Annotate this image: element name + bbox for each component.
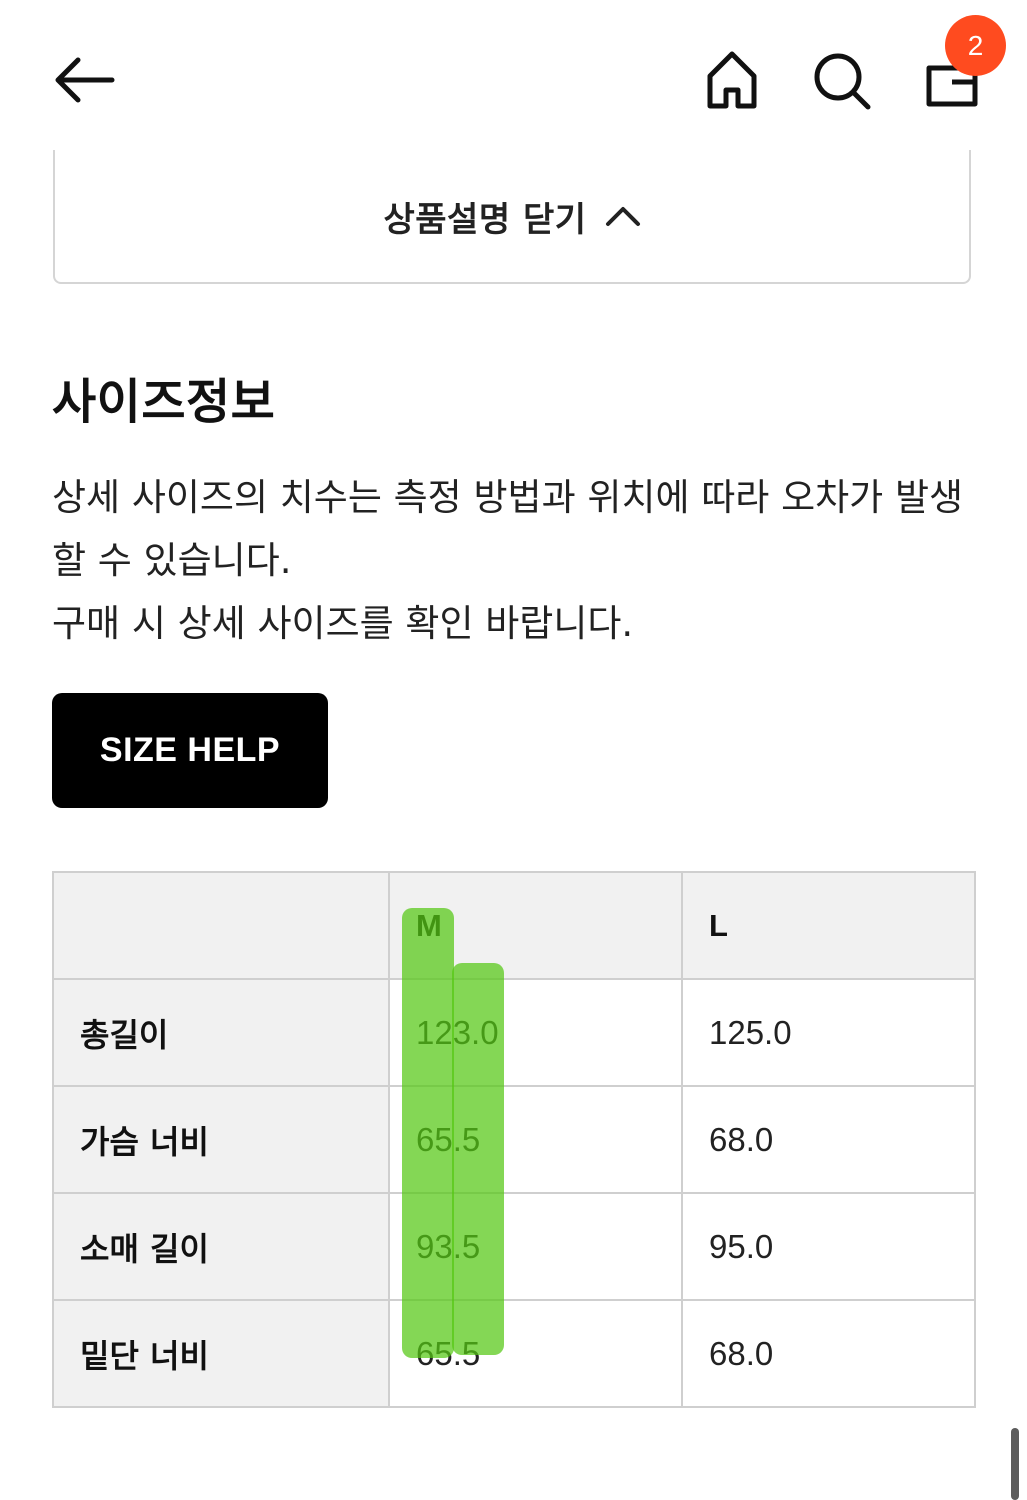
top-navigation-bar: 2 <box>0 0 1027 150</box>
cart-count-badge: 2 <box>945 15 1006 76</box>
size-table-header-row: M L <box>52 871 976 980</box>
collapse-description-label: 상품설명 닫기 <box>383 199 587 240</box>
table-row: 가슴 너비 65.5 68.0 <box>52 1085 976 1194</box>
chevron-up-icon <box>605 207 640 226</box>
table-cell: 125.0 <box>681 978 976 1087</box>
size-column-header-l: L <box>681 871 976 980</box>
size-notice: 상세 사이즈의 치수는 측정 방법과 위치에 따라 오차가 발생할 수 있습니다… <box>52 466 982 655</box>
table-row: 밑단 너비 65.5 68.0 <box>52 1299 976 1408</box>
arrow-left-icon <box>55 57 115 103</box>
row-label-hem-width: 밑단 너비 <box>52 1299 390 1408</box>
table-row: 소매 길이 93.5 95.0 <box>52 1192 976 1301</box>
size-notice-line-2: 구매 시 상세 사이즈를 확인 바랍니다. <box>52 602 634 645</box>
back-button[interactable] <box>48 48 120 112</box>
scrollbar[interactable] <box>1011 1428 1019 1500</box>
row-label-chest-width: 가슴 너비 <box>52 1085 390 1194</box>
table-cell: 68.0 <box>681 1299 976 1408</box>
size-notice-line-1: 상세 사이즈의 치수는 측정 방법과 위치에 따라 오차가 발생할 수 있습니다… <box>52 476 964 582</box>
table-cell: 65.5 <box>388 1085 683 1194</box>
home-icon <box>707 51 757 109</box>
search-icon <box>814 53 871 110</box>
table-cell: 68.0 <box>681 1085 976 1194</box>
size-help-button[interactable]: SIZE HELP <box>52 693 328 808</box>
collapse-description-button[interactable]: 상품설명 닫기 <box>53 150 971 284</box>
table-cell: 93.5 <box>388 1192 683 1301</box>
table-row: 총길이 123.0 125.0 <box>52 978 976 1087</box>
home-button[interactable] <box>700 46 764 114</box>
table-cell: 95.0 <box>681 1192 976 1301</box>
size-table-corner-cell <box>52 871 390 980</box>
search-button[interactable] <box>808 46 876 114</box>
table-cell: 123.0 <box>388 978 683 1087</box>
size-column-header-m: M <box>388 871 683 980</box>
size-info-title: 사이즈정보 <box>52 374 276 430</box>
row-label-sleeve-length: 소매 길이 <box>52 1192 390 1301</box>
table-cell: 65.5 <box>388 1299 683 1408</box>
size-table: M L 총길이 123.0 125.0 가슴 너비 65.5 68.0 소매 길… <box>52 871 976 1408</box>
row-label-total-length: 총길이 <box>52 978 390 1087</box>
